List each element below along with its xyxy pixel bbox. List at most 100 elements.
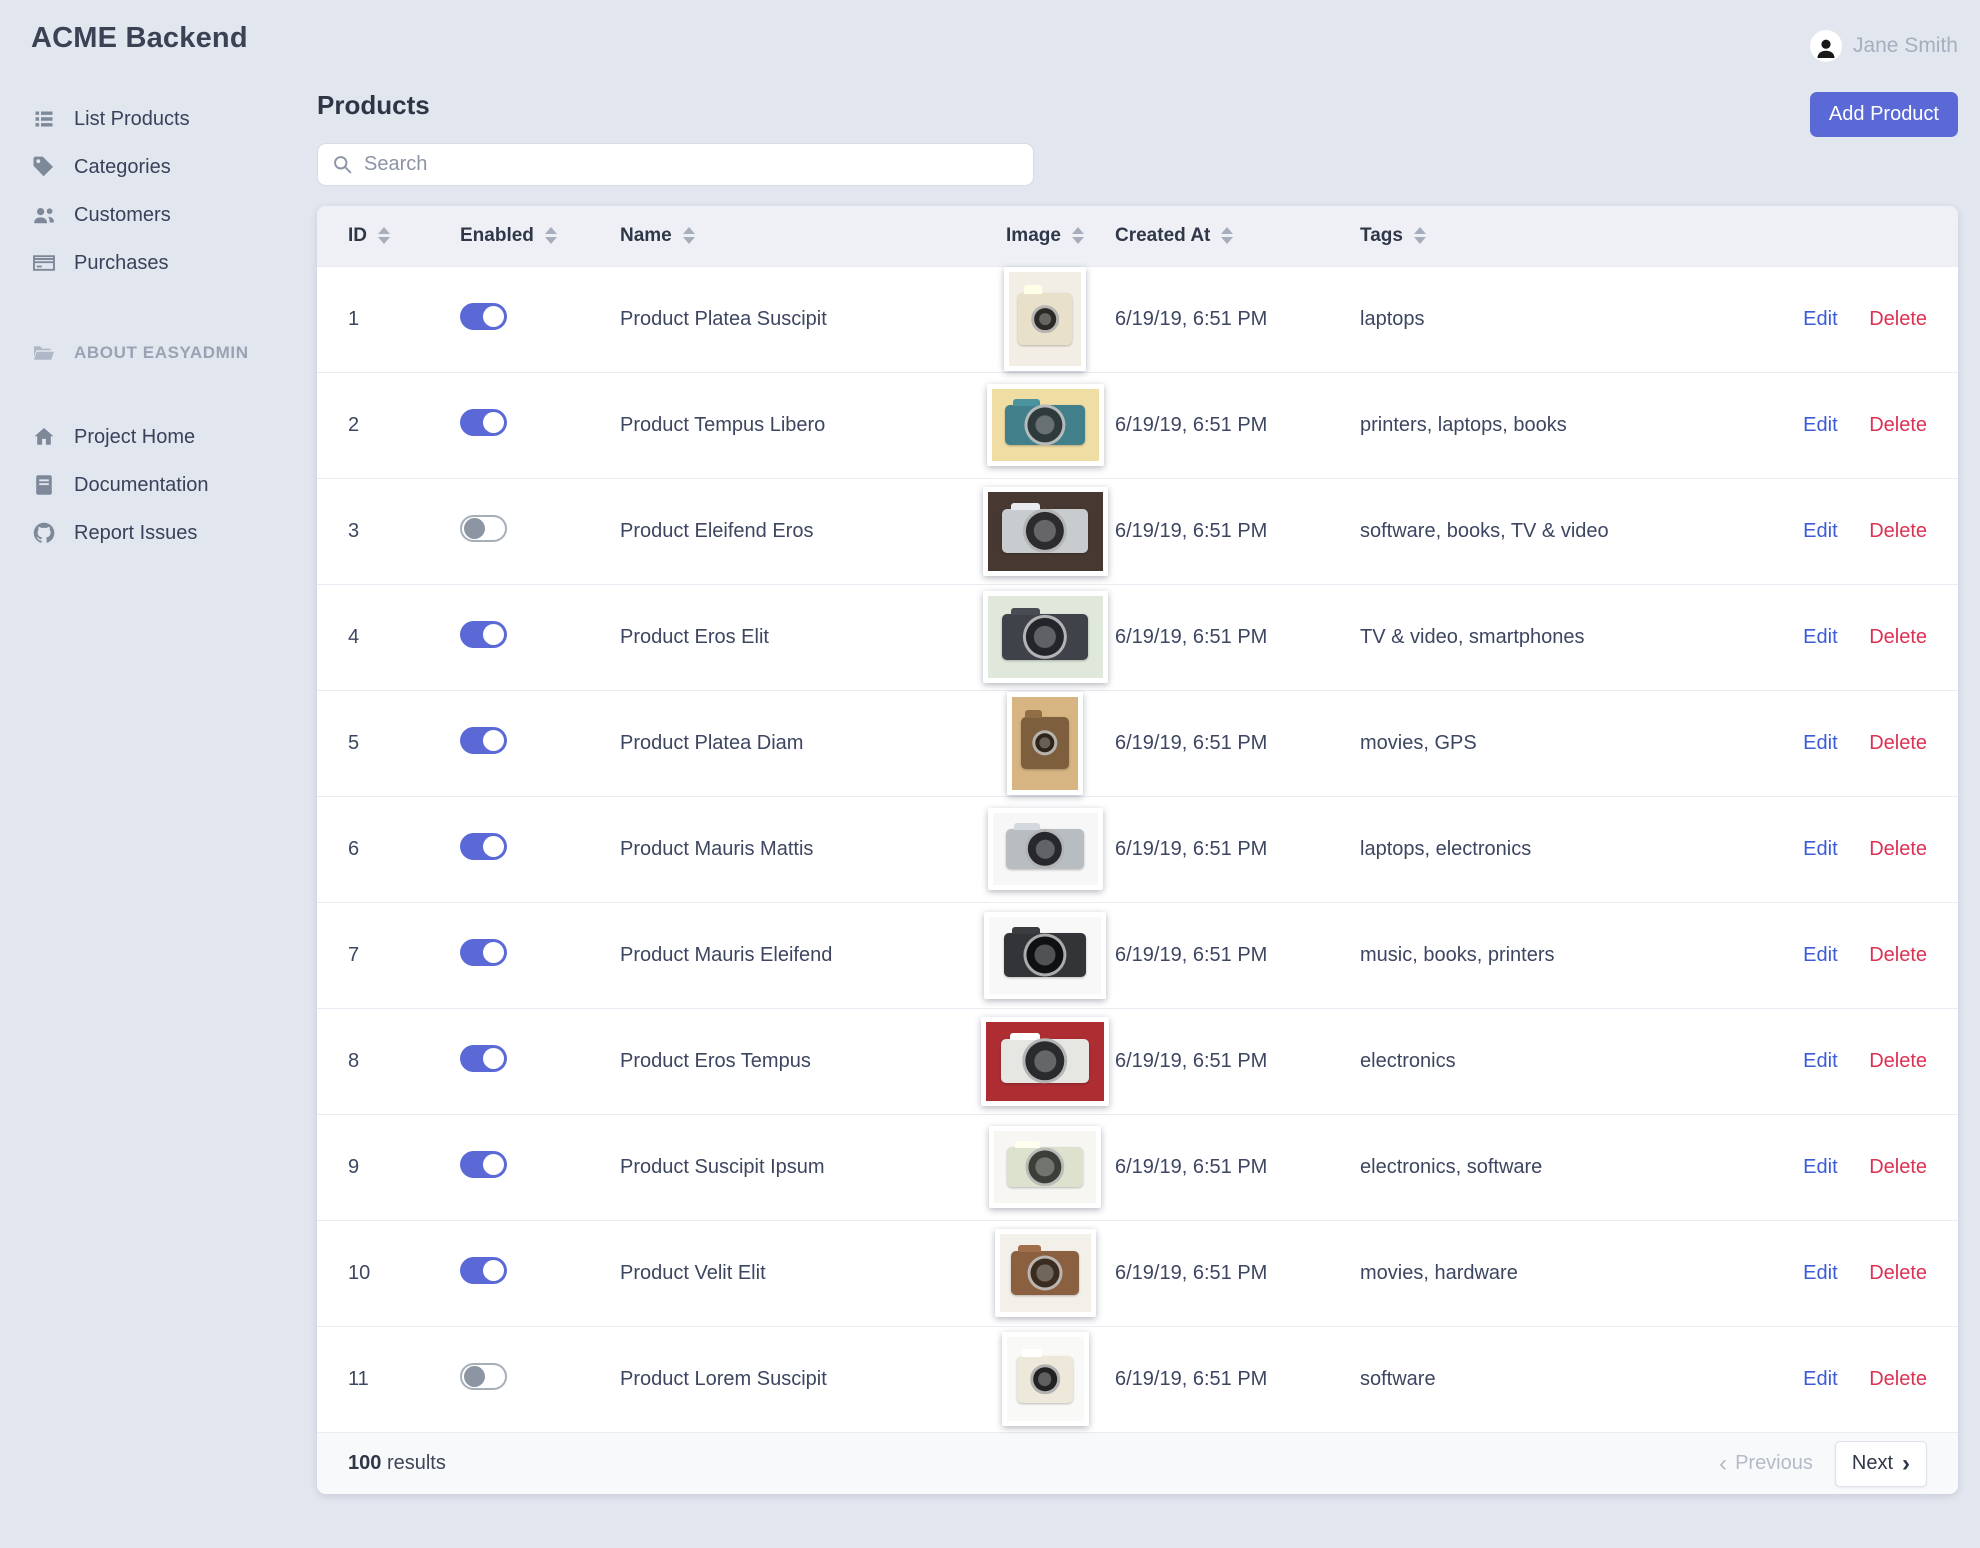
- delete-link[interactable]: Delete: [1869, 1368, 1927, 1390]
- sidebar-item-label: Project Home: [74, 425, 196, 448]
- brand-title[interactable]: ACME Backend: [31, 22, 317, 55]
- sidebar-item-customers[interactable]: Customers: [31, 191, 317, 239]
- table-header-row: ID Enabled Name Image Created At Tags: [317, 206, 1958, 266]
- cell-id: 6: [317, 795, 460, 902]
- cell-image: [975, 265, 1115, 372]
- cell-enabled: [460, 1325, 620, 1432]
- results-count: 100 results: [348, 1452, 446, 1474]
- sidebar-item-documentation[interactable]: Documentation: [31, 461, 317, 509]
- credit-card-icon: [31, 251, 57, 275]
- camera-photo: [999, 1234, 1091, 1312]
- column-header-name[interactable]: Name: [620, 206, 975, 266]
- cell-tags: software, books, TV & video: [1360, 477, 1790, 584]
- edit-link[interactable]: Edit: [1803, 308, 1837, 330]
- column-header-created-at[interactable]: Created At: [1115, 206, 1360, 266]
- column-header-tags[interactable]: Tags: [1360, 206, 1790, 266]
- table-row: 10 Product Velit Elit 6/19/19, 6:51 PM m…: [317, 1219, 1958, 1326]
- camera-photo: [994, 1131, 1096, 1203]
- github-icon: [31, 521, 57, 545]
- cell-tags: laptops: [1360, 265, 1790, 372]
- cell-tags: TV & video, smartphones: [1360, 583, 1790, 690]
- delete-link[interactable]: Delete: [1869, 308, 1927, 330]
- next-button[interactable]: Next ›: [1834, 1440, 1927, 1487]
- cell-created-at: 6/19/19, 6:51 PM: [1115, 371, 1360, 478]
- cell-created-at: 6/19/19, 6:51 PM: [1115, 795, 1360, 902]
- enabled-toggle[interactable]: [460, 514, 507, 542]
- cell-image: [975, 1007, 1115, 1114]
- cell-name: Product Lorem Suscipit: [620, 1325, 975, 1432]
- enabled-toggle[interactable]: [460, 832, 507, 860]
- edit-link[interactable]: Edit: [1803, 732, 1837, 754]
- add-product-button[interactable]: Add Product: [1809, 92, 1958, 137]
- tags-icon: [31, 155, 57, 179]
- search-icon: [332, 154, 353, 175]
- edit-link[interactable]: Edit: [1803, 1156, 1837, 1178]
- edit-link[interactable]: Edit: [1803, 838, 1837, 860]
- cell-tags: printers, laptops, books: [1360, 371, 1790, 478]
- edit-link[interactable]: Edit: [1803, 1368, 1837, 1390]
- delete-link[interactable]: Delete: [1869, 1050, 1927, 1072]
- edit-link[interactable]: Edit: [1803, 520, 1837, 542]
- delete-link[interactable]: Delete: [1869, 1156, 1927, 1178]
- search-input[interactable]: [317, 143, 1034, 186]
- delete-link[interactable]: Delete: [1869, 732, 1927, 754]
- user-menu[interactable]: Jane Smith: [317, 22, 1958, 70]
- enabled-toggle[interactable]: [460, 1044, 507, 1072]
- delete-link[interactable]: Delete: [1869, 414, 1927, 436]
- cell-actions: Edit Delete: [1790, 583, 1958, 690]
- edit-link[interactable]: Edit: [1803, 414, 1837, 436]
- cell-image: [975, 1113, 1115, 1220]
- camera-photo: [987, 491, 1103, 571]
- book-icon: [31, 473, 57, 497]
- sidebar-item-report-issues[interactable]: Report Issues: [31, 509, 317, 557]
- edit-link[interactable]: Edit: [1803, 1050, 1837, 1072]
- cell-enabled: [460, 583, 620, 690]
- edit-link[interactable]: Edit: [1803, 1262, 1837, 1284]
- sidebar-item-purchases[interactable]: Purchases: [31, 239, 317, 287]
- delete-link[interactable]: Delete: [1869, 1262, 1927, 1284]
- enabled-toggle[interactable]: [460, 1150, 507, 1178]
- sidebar-links-menu: Project Home Documentation Report Issues: [31, 413, 317, 557]
- cell-tags: movies, hardware: [1360, 1219, 1790, 1326]
- cell-created-at: 6/19/19, 6:51 PM: [1115, 1113, 1360, 1220]
- delete-link[interactable]: Delete: [1869, 626, 1927, 648]
- sort-icon: [378, 227, 390, 245]
- sidebar-item-label: List Products: [74, 107, 190, 130]
- cell-image: [975, 689, 1115, 796]
- sidebar-item-project-home[interactable]: Project Home: [31, 413, 317, 461]
- product-image: [1007, 691, 1083, 795]
- enabled-toggle[interactable]: [460, 726, 507, 754]
- delete-link[interactable]: Delete: [1869, 838, 1927, 860]
- delete-link[interactable]: Delete: [1869, 520, 1927, 542]
- sidebar-item-categories[interactable]: Categories: [31, 143, 317, 191]
- camera-photo: [1009, 272, 1081, 366]
- edit-link[interactable]: Edit: [1803, 626, 1837, 648]
- cell-id: 4: [317, 583, 460, 690]
- enabled-toggle[interactable]: [460, 938, 507, 966]
- table-row: 5 Product Platea Diam 6/19/19, 6:51 PM m…: [317, 689, 1958, 796]
- enabled-toggle[interactable]: [460, 620, 507, 648]
- sidebar-item-list-products[interactable]: List Products: [31, 95, 317, 143]
- cell-enabled: [460, 901, 620, 1008]
- edit-link[interactable]: Edit: [1803, 944, 1837, 966]
- sort-icon: [682, 227, 695, 245]
- cell-tags: electronics, software: [1360, 1113, 1790, 1220]
- sidebar-item-label: Documentation: [74, 473, 209, 496]
- cell-enabled: [460, 1007, 620, 1114]
- sort-icon: [544, 227, 557, 245]
- enabled-toggle[interactable]: [460, 1362, 507, 1390]
- cell-created-at: 6/19/19, 6:51 PM: [1115, 1007, 1360, 1114]
- cell-actions: Edit Delete: [1790, 477, 1958, 584]
- column-header-image[interactable]: Image: [975, 206, 1115, 266]
- enabled-toggle[interactable]: [460, 302, 507, 330]
- column-header-enabled[interactable]: Enabled: [460, 206, 620, 266]
- enabled-toggle[interactable]: [460, 1256, 507, 1284]
- delete-link[interactable]: Delete: [1869, 944, 1927, 966]
- column-header-id[interactable]: ID: [317, 206, 460, 266]
- search-bar: [317, 143, 1034, 186]
- enabled-toggle[interactable]: [460, 408, 507, 436]
- column-header-actions: [1790, 206, 1958, 266]
- home-icon: [31, 425, 57, 449]
- cell-name: Product Eros Elit: [620, 583, 975, 690]
- camera-photo: [1006, 1337, 1084, 1422]
